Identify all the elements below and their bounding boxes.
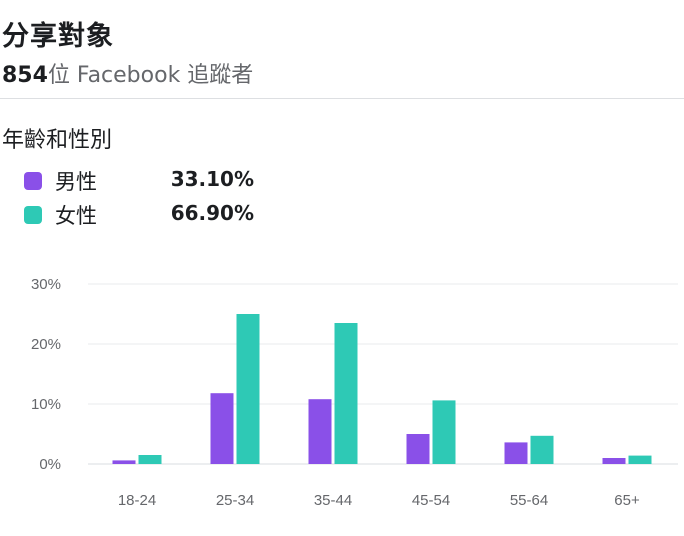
legend-item-female: 女性 66.90% [24,200,254,234]
x-tick-label: 25-34 [216,492,254,509]
legend-item-male: 男性 33.10% [24,166,254,200]
divider [0,98,684,99]
x-tick-label: 45-54 [412,492,450,509]
bar-female-18-24 [138,455,162,464]
bar-female-45-54 [432,400,456,464]
legend-value-male: 33.10% [170,167,254,191]
x-tick-label: 55-64 [510,492,548,509]
age-gender-bar-chart: 0% 10% 20% 30% 18-24 25-34 35-44 45-54 55-64 65+ [31,276,678,509]
bar-male-45-54 [406,434,430,464]
section-title: 年齡和性別 [2,128,113,153]
follower-count: 854 [2,63,48,88]
y-tick-label: 20% [31,336,61,353]
bar-female-65+ [628,455,652,464]
bar-male-65+ [602,458,626,464]
bar-male-55-64 [504,442,528,464]
y-tick-label: 30% [31,276,61,293]
y-tick-label: 0% [39,456,61,473]
legend-label-female: 女性 [55,204,97,228]
bar-male-35-44 [308,399,332,464]
bar-female-25-34 [236,314,260,464]
bar-female-55-64 [530,435,554,464]
bar-male-18-24 [112,460,136,464]
chart-legend: 男性 33.10% 女性 66.90% [24,166,254,234]
x-tick-label: 65+ [614,492,640,509]
legend-swatch-male [24,172,42,190]
bar-male-25-34 [210,393,234,464]
x-tick-label: 18-24 [118,492,156,509]
page-title: 分享對象 [2,21,114,52]
follower-text: 位 Facebook 追蹤者 [47,63,254,88]
x-tick-label: 35-44 [314,492,352,509]
bar-female-35-44 [334,323,358,464]
legend-value-female: 66.90% [170,201,254,225]
follower-summary: 854位 Facebook 追蹤者 [2,57,253,89]
y-tick-label: 10% [31,396,61,413]
legend-label-male: 男性 [55,170,97,194]
legend-swatch-female [24,206,42,224]
